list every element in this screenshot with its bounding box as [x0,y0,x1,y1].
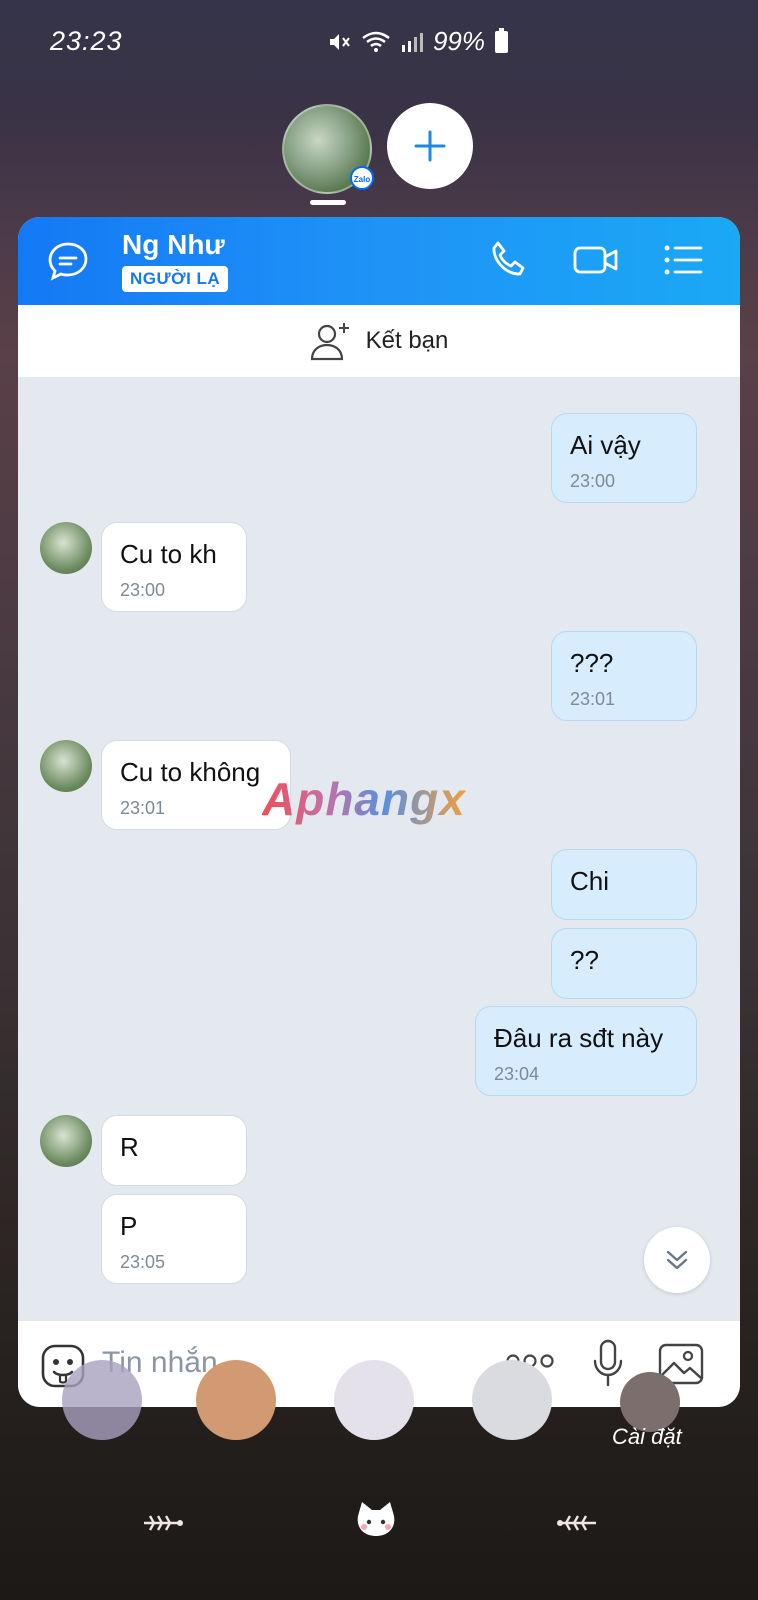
plus-icon [414,130,446,162]
chat-bubble-icon[interactable] [46,239,90,283]
settings-label: Cài đặt [612,1424,682,1449]
message-text: R [120,1132,139,1162]
add-friend-label: Kết bạn [365,327,449,354]
active-bubble-indicator [310,200,346,205]
message-outgoing[interactable]: ?? [551,928,697,999]
message-text: Đâu ra sđt này [494,1023,664,1053]
message-text: Chi [570,866,610,896]
fishbone-icon [144,1515,183,1531]
video-call-icon[interactable] [572,239,620,281]
message-outgoing[interactable]: Đâu ra sđt này 23:04 [475,1006,697,1096]
status-icons: 99% [327,26,508,57]
microphone-icon[interactable] [592,1339,624,1389]
add-friend-button[interactable]: Kết bạn [18,305,740,377]
scroll-to-bottom-button[interactable] [644,1227,710,1293]
message-text: ?? [570,945,599,975]
message-incoming[interactable]: Cu to kh 23:00 [101,522,247,612]
add-chat-head-button[interactable] [387,103,473,189]
dock-settings-icon[interactable] [620,1372,680,1432]
message-text: Ai vậy [570,430,641,460]
fishbone-icon [557,1515,596,1531]
contact-avatar[interactable] [40,740,92,792]
menu-list-icon[interactable] [662,239,704,281]
phone-icon[interactable] [488,239,530,281]
dock-chrome-icon[interactable] [472,1360,552,1440]
mute-icon [329,33,350,50]
contact-avatar[interactable] [40,522,92,574]
message-time: 23:04 [494,1064,540,1084]
message-outgoing[interactable]: Ai vậy 23:00 [551,413,697,503]
zalo-badge-icon: Zalo [350,166,374,190]
add-user-icon [310,323,349,361]
wifi-icon [362,31,390,52]
cat-face-icon[interactable] [354,1500,398,1540]
message-time: 23:01 [570,689,616,709]
status-bar: 23:23 99% [0,0,758,90]
dock-messages-icon[interactable] [196,1360,276,1440]
message-outgoing[interactable]: ??? 23:01 [551,631,697,721]
double-chevron-down-icon [666,1250,688,1270]
stranger-badge: NGƯỜI LẠ [122,266,229,292]
battery-icon [495,27,508,53]
message-text: P [120,1211,138,1241]
message-incoming[interactable]: R [101,1115,247,1186]
chat-header: Ng Như NGƯỜI LẠ [18,217,740,305]
message-text: Cu to kh [120,539,217,569]
message-outgoing[interactable]: Chi [551,849,697,920]
dock-phone-icon[interactable] [62,1360,142,1440]
contact-name[interactable]: Ng Như [122,229,225,261]
message-time: 23:01 [120,798,166,818]
message-text: Cu to không [120,757,261,787]
status-time: 23:23 [50,26,123,56]
dock-play-store-icon[interactable] [334,1360,414,1440]
message-time: 23:05 [120,1252,166,1272]
message-incoming[interactable]: P 23:05 [101,1194,247,1284]
message-time: 23:00 [570,471,616,491]
watermark: Aphangx [262,773,466,825]
chat-head-avatar[interactable]: Zalo [282,104,374,194]
contact-avatar[interactable] [40,1115,92,1167]
message-time: 23:00 [120,580,166,600]
battery-percent: 99% [432,26,485,56]
signal-icon [401,32,423,52]
message-text: ??? [570,648,614,678]
